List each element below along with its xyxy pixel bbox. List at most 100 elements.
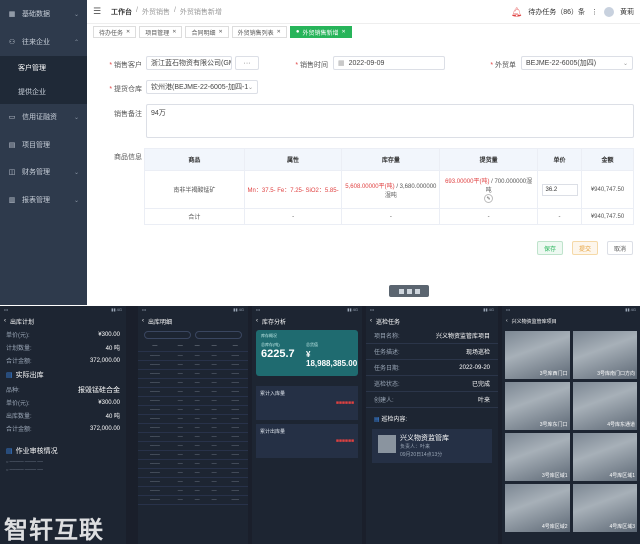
calendar-icon: ▦ (338, 60, 345, 67)
cell-attribute: Mn：37.5- Fe：7.25- SiO2：5.85- (243, 170, 343, 209)
sidebar-item-credit[interactable]: ▭ 信用证融资 ⌄ (0, 105, 87, 129)
more-icon[interactable]: ⋮ (591, 8, 598, 16)
tab-sales-list[interactable]: 外贸销售列表 ✕ (231, 26, 287, 38)
sale-time-field[interactable]: ▦ 2022-09-09 (333, 56, 445, 70)
cancel-button[interactable]: 取消 (607, 241, 633, 255)
status-bar: ••• ▮▮ 4G (4, 307, 122, 312)
tab-projects[interactable]: 项目管理 ✕ (139, 26, 183, 38)
chevron-down-icon: ⌄ (73, 11, 79, 18)
scroll-handle[interactable] (389, 285, 429, 297)
sidebar-item-label: 项目管理 (22, 142, 50, 149)
phone-inventory-analysis: ••• ▮▮ 4G ‹ 库存分析 库存概况 总库存(吨) 总货值 6225.7 ¥… (252, 306, 362, 544)
customer-picker-button[interactable]: ··· (235, 56, 259, 70)
back-icon[interactable]: ‹ (506, 318, 508, 324)
back-icon[interactable]: ‹ (142, 318, 144, 324)
inventory-card: 库存概况 总库存(吨) 总货值 6225.7 ¥ 18,988,385.00 (256, 330, 358, 376)
inbound-amount: ■■■■■■ (335, 400, 354, 406)
pickup-wet: / 700.000000湿吨 (485, 179, 533, 194)
top-header: ☰ 工作台 / 外贸销售 / 外贸销售新增 🔔︎ 待办任务（86）条 ⋮ 黄莉 (87, 0, 640, 24)
close-icon[interactable]: ✕ (342, 29, 346, 35)
customer-field[interactable]: 浙江蓝石物资有限公司(GM (146, 56, 232, 70)
camera-tile[interactable]: 4号库区域2 (505, 484, 570, 532)
sidebar-item-finance[interactable]: ◫ 财务管理 ⌄ (0, 160, 87, 184)
pending-tasks-link[interactable]: 待办任务（86）条 (528, 7, 585, 17)
camera-tile[interactable]: 4号库东通道 (572, 382, 637, 430)
order-select[interactable]: BEJME-22-6005(加四) ⌄ (521, 56, 633, 70)
col-header: 提货量 (439, 148, 539, 171)
person-text: 负责人：叶来 (400, 444, 431, 450)
phone-inspection-task: ••• ▮▮ 4G ‹ 巡检任务 项目名称: 兴义物资监管库项目 任务描述: 现场巡检… (366, 306, 498, 544)
camera-tile[interactable]: 3号库西门口 (505, 331, 570, 379)
list-icon: ▤ (374, 417, 380, 423)
pickup-dry: 693.00000平(吨) (445, 179, 490, 185)
tab-label: 外贸销售列表 (237, 30, 274, 37)
sidebar-item-reports[interactable]: ▥ 报表管理 ⌄ (0, 188, 87, 212)
camera-tile[interactable]: 3号库东门口 (505, 382, 570, 430)
breadcrumb-workbench[interactable]: 工作台 (111, 7, 132, 17)
camera-tile[interactable]: 3号库区域1 (505, 433, 570, 481)
user-name[interactable]: 黄莉 (620, 7, 634, 17)
camera-tile[interactable]: 4号库区域1 (572, 433, 637, 481)
tab-todo[interactable]: 待办任务 ✕ (93, 26, 137, 38)
list-icon: ▤ (6, 372, 13, 379)
close-icon[interactable]: ✕ (172, 29, 176, 35)
back-icon[interactable]: ‹ (256, 318, 258, 324)
remark-textarea[interactable]: 94万 (146, 104, 634, 138)
col-header: 金额 (581, 148, 634, 171)
menu-toggle-icon[interactable]: ☰ (93, 6, 103, 17)
total-stock-value: 6225.7 (261, 348, 295, 360)
close-icon[interactable]: ✕ (126, 29, 130, 35)
sidebar: ▦ 基础数据 ⌄ ⚇ 往来企业 ⌃ 客户管理 提供企业 ▭ 信用证融资 ⌄ ▤ … (0, 0, 87, 305)
detail-row: 合计金额: 372,000.00 (6, 425, 120, 434)
outbound-block[interactable]: 累计出库量 ■■■■■■ (256, 424, 358, 458)
avatar[interactable] (604, 7, 614, 17)
table-total-row: 合计 - - - - ¥940,747.50 (144, 208, 634, 225)
status-bar: ••• ▮▮ 4G (142, 307, 244, 312)
save-button[interactable]: 保存 (537, 241, 563, 255)
report-icon: ▥ (8, 197, 16, 204)
sidebar-subitem-suppliers[interactable]: 提供企业 (0, 80, 87, 104)
sidebar-item-partners[interactable]: ⚇ 往来企业 ⌃ (0, 30, 87, 54)
section-header: ▤ 实际出库 (6, 372, 44, 379)
detail-row: 项目名称: 兴义物资监管库项目 (366, 328, 498, 344)
status-bar: ••• ▮▮ 4G (506, 307, 636, 312)
cell-total-amount: ¥940,747.50 (581, 208, 634, 225)
cell-pickup: 693.00000平(吨) / 700.000000湿吨 ✎ (439, 170, 539, 209)
total-value-amount: ¥ 18,988,385.00 (306, 350, 358, 368)
grid-icon: ▦ (8, 11, 16, 18)
close-icon[interactable]: ✕ (218, 29, 222, 35)
chevron-down-icon: ⌄ (622, 60, 628, 67)
bell-icon[interactable]: 🔔︎ (511, 7, 522, 18)
inbound-block[interactable]: 累计入库量 ■■■■■■ (256, 386, 358, 420)
back-icon[interactable]: ‹ (370, 318, 372, 324)
sidebar-item-projects[interactable]: ▤ 项目管理 (0, 133, 87, 157)
back-icon[interactable]: ‹ (4, 318, 6, 324)
breadcrumb-sep: / (136, 6, 138, 14)
phone-title-text: 出库计划 (10, 319, 35, 326)
tab-contracts[interactable]: 合同明细 ✕ (185, 26, 229, 38)
warehouse-label: * 提货仓库 (109, 86, 142, 93)
camera-tile[interactable]: 3号库南门口方向 (572, 331, 637, 379)
sidebar-subitem-label: 提供企业 (18, 89, 46, 96)
cell-total-stock: - (341, 208, 441, 225)
sidebar-item-basic-data[interactable]: ▦ 基础数据 ⌄ (0, 2, 87, 26)
breadcrumb-sales[interactable]: 外贸销售 (142, 7, 170, 17)
phone-title: ‹ 出库明细 (138, 314, 248, 328)
edit-icon[interactable]: ✎ (484, 194, 494, 203)
card-icon: ▭ (8, 114, 16, 121)
submit-button[interactable]: 提交 (572, 241, 598, 255)
col-header: 库存量 (341, 148, 441, 171)
log-line: ○ ───── ──── ── (6, 467, 43, 472)
close-icon[interactable]: ✕ (277, 29, 281, 35)
date-filter[interactable] (138, 328, 248, 342)
price-input[interactable]: 36.2 (541, 183, 578, 196)
tab-sales-new[interactable]: ● 外贸销售新增 ✕ (289, 26, 352, 38)
detail-row: 计划数量: 40 吨 (6, 346, 120, 352)
desktop-app: ▦ 基础数据 ⌄ ⚇ 往来企业 ⌃ 客户管理 提供企业 ▭ 信用证融资 ⌄ ▤ … (0, 0, 640, 305)
camera-tile[interactable]: 4号库区域3 (572, 484, 637, 532)
active-dot-icon: ● (295, 29, 300, 35)
warehouse-select[interactable]: 钦州港(BEJME-22-6005-加四-1 ⌄ (146, 80, 258, 94)
inspection-card[interactable]: 兴义物资监管库 负责人：叶来 09月20日14点13分 (372, 429, 492, 463)
sidebar-subitem-customers[interactable]: 客户管理 (0, 56, 87, 80)
cell-price: 36.2 (537, 170, 582, 209)
